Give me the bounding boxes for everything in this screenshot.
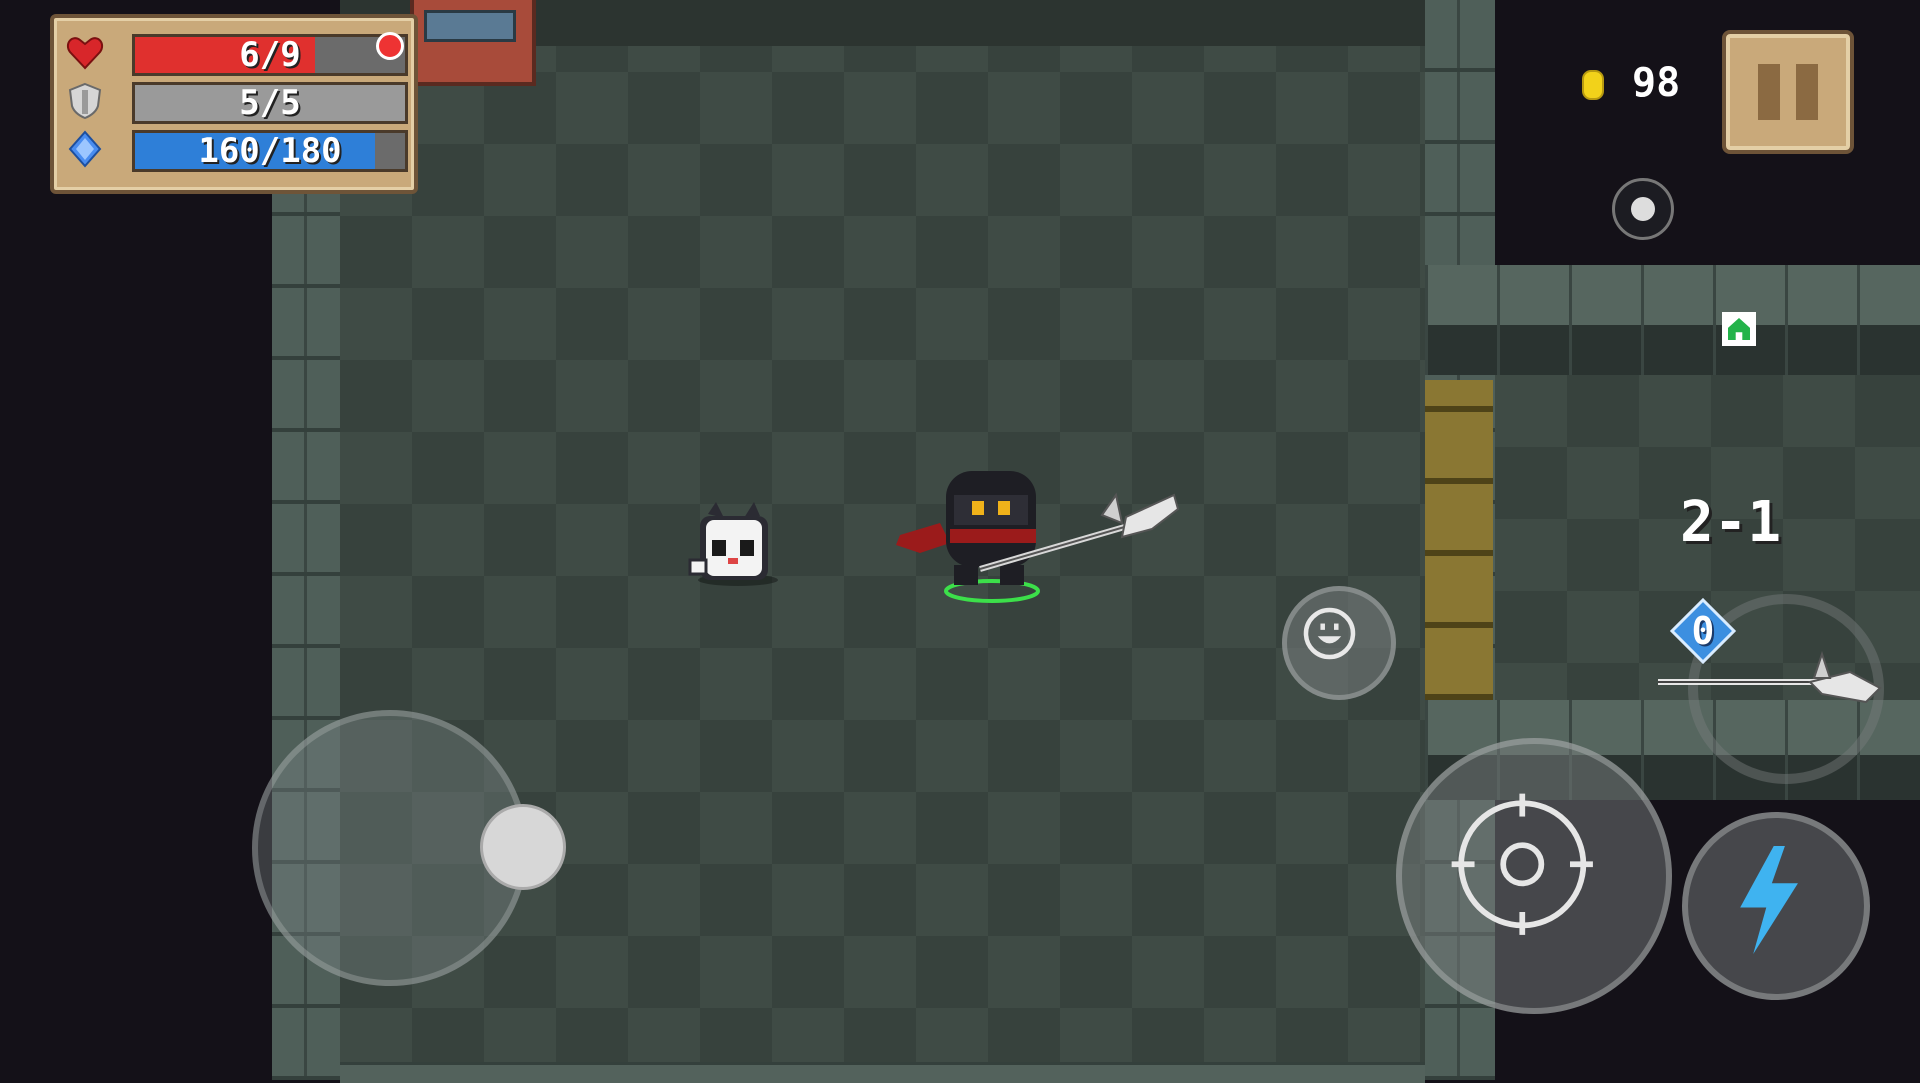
armor-row: 5/5 [66,80,408,124]
pause-icon [1758,64,1780,120]
player-assassin [896,471,1180,603]
shield-icon [68,82,102,120]
energy-crystal-icon [68,130,102,168]
energy-bar: 160/180 [132,130,408,172]
minimap-home-icon [1722,312,1756,346]
energy-value: 160/180 [198,131,342,171]
stats-panel: 6/9 5/5 160/180 [50,14,418,194]
weapon-chest [410,0,536,86]
crosshair-icon [1451,793,1593,935]
heart-icon [66,37,104,70]
corridor-top-wall [1425,265,1920,375]
pet-cat [688,502,778,586]
room-door-barrier [1425,380,1493,700]
skill-button[interactable] [1682,812,1870,1000]
halberd-icon [1658,650,1882,704]
pause-icon-bar-2 [1796,64,1818,120]
record-button[interactable] [1612,178,1674,240]
armor-value: 5/5 [239,83,301,123]
emote-button[interactable] [1282,586,1396,700]
pause-button[interactable] [1722,30,1854,154]
energy-row: 160/180 [66,128,408,172]
coin-count: 98 [1632,60,1681,106]
coin-icon [1582,70,1604,100]
attack-button[interactable] [1396,738,1672,1014]
lightning-icon [1740,845,1798,955]
health-value: 6/9 [239,35,301,75]
armor-bar: 5/5 [132,82,408,124]
health-bar: 6/9 [132,34,408,76]
level-indicator: 2-1 [1680,490,1782,555]
notification-dot[interactable] [376,32,404,60]
health-row: 6/9 [66,32,408,76]
smiley-icon [1303,607,1356,660]
joystick-knob[interactable] [480,804,566,890]
